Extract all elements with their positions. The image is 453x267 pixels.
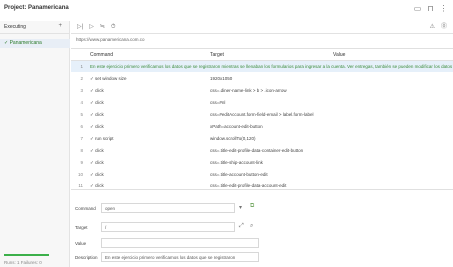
row-command: ✓ click xyxy=(90,183,104,188)
table-row[interactable]: 3 ✓ click css=.diner-name-link > b > .ic… xyxy=(71,85,453,96)
pause-on-exceptions-icon[interactable]: ⓪ xyxy=(441,24,447,31)
row-number: 7 xyxy=(80,136,83,141)
run-stats: Runs: 1 Failures: 0 xyxy=(4,260,42,265)
row-command: ✓ click xyxy=(90,88,104,93)
row-number: 3 xyxy=(80,88,83,93)
more-options-icon[interactable]: ⋮ xyxy=(439,5,448,13)
project-title: Project: Panamericana xyxy=(4,5,69,11)
suite-label: ✓ Panamericana xyxy=(4,40,42,46)
executing-dropdown[interactable]: Executing + xyxy=(0,21,70,34)
row-target: window.scrollTo(0,120) xyxy=(210,136,256,141)
reference-icon[interactable]: ⧉ xyxy=(250,203,254,210)
table-header: Command Target Value xyxy=(71,49,453,61)
row-target: xPath=account-edit-button xyxy=(210,124,263,129)
row-command: ✓ click xyxy=(90,148,104,153)
table-row[interactable]: 6 ✓ click xPath=account-edit-button xyxy=(71,121,453,132)
run-all-icon[interactable]: ▷| xyxy=(77,24,83,31)
description-label: Description xyxy=(75,255,98,260)
base-url: https://www.panamericana.com.co xyxy=(76,37,145,42)
row-command: ✓ click xyxy=(90,172,104,177)
step-over-icon[interactable]: ≒ xyxy=(100,24,105,31)
table-row[interactable]: 4 ✓ click css=#nl xyxy=(71,97,453,108)
value-input[interactable] xyxy=(101,238,259,248)
row-command: ✓ set window size xyxy=(90,76,127,81)
row-number: 8 xyxy=(80,148,83,153)
row-target: css=.title-account-button-edit xyxy=(210,172,268,177)
row-target: css=.diner-name-link > b > .icon-arrow xyxy=(210,88,287,93)
table-row[interactable]: 1 En este ejercicio primero verificamos … xyxy=(71,61,453,72)
row-command: ✓ click xyxy=(90,100,104,105)
table-row[interactable]: 10 ✓ click css=.title-account-button-edi… xyxy=(71,169,453,180)
table-row[interactable]: 2 ✓ set window size 1920x1050 xyxy=(71,73,453,84)
open-project-icon[interactable]: ▭ xyxy=(413,5,422,13)
command-label: Command xyxy=(75,206,96,211)
run-progress-bar xyxy=(4,254,49,256)
disable-breakpoints-icon[interactable]: ⚠ xyxy=(430,24,435,31)
find-target-icon[interactable]: ⌕ xyxy=(250,223,253,230)
column-value: Value xyxy=(333,52,346,58)
sidebar: Executing + ✓ Panamericana Runs: 1 Failu… xyxy=(0,21,70,267)
row-number: 4 xyxy=(80,100,83,105)
column-command: Command xyxy=(90,52,114,58)
select-target-icon[interactable]: ⤢ xyxy=(239,223,244,230)
row-target: css=.title-edit-profile-data-account-edi… xyxy=(210,183,287,188)
commands-table: Command Target Value 1 En este ejercicio… xyxy=(71,48,453,190)
row-target: 1920x1050 xyxy=(210,76,233,81)
sidebar-item-panamericana[interactable]: ✓ Panamericana xyxy=(0,39,70,48)
comment-text: En este ejercicio primero verificamos lo… xyxy=(90,64,453,69)
row-command: ✓ run script xyxy=(90,136,114,141)
row-number: 2 xyxy=(80,76,83,81)
row-target: css=#nl xyxy=(210,100,226,105)
row-command: ✓ click xyxy=(90,160,104,165)
run-current-icon[interactable]: ▷ xyxy=(89,24,94,31)
row-target: css=.title-ship-account-link xyxy=(210,160,263,165)
table-row[interactable]: 5 ✓ click css=#editAccount.form-field-em… xyxy=(71,109,453,120)
command-input[interactable]: open xyxy=(101,203,235,213)
target-label: Target xyxy=(75,225,88,230)
chevron-down-icon[interactable]: ▾ xyxy=(239,204,242,211)
value-label: Value xyxy=(75,241,87,246)
row-number: 6 xyxy=(80,124,83,129)
base-url-bar[interactable]: https://www.panamericana.com.co xyxy=(71,35,453,45)
row-number: 9 xyxy=(80,160,83,165)
row-number: 11 xyxy=(78,183,83,188)
table-row[interactable]: 11 ✓ click css=.title-edit-profile-data-… xyxy=(71,180,453,191)
row-command: ✓ click xyxy=(90,112,104,117)
row-number: 10 xyxy=(77,172,83,177)
description-input[interactable]: En este ejercicio primero verificamos lo… xyxy=(101,252,259,262)
column-target: Target xyxy=(210,52,224,58)
row-target: css=#editAccount.form-field-email > labe… xyxy=(210,112,314,117)
target-input[interactable]: / xyxy=(101,222,235,232)
app-header: Project: Panamericana ▭ ⊓ ⋮ xyxy=(0,0,453,21)
row-command: ✓ click xyxy=(90,124,104,129)
command-editor: Command open ▾ ⧉ Target / ⤢ ⌕ Value Desc… xyxy=(71,192,453,267)
save-project-icon[interactable]: ⊓ xyxy=(426,5,435,13)
table-row[interactable]: 9 ✓ click css=.title-ship-account-link xyxy=(71,157,453,168)
speed-icon[interactable]: ⏱ xyxy=(111,24,116,31)
table-row[interactable]: 8 ✓ click css=.title-edit-profile-data-c… xyxy=(71,145,453,156)
test-toolbar: ▷| ▷ ≒ ⏱ ⚠ ⓪ xyxy=(71,21,453,34)
add-suite-button[interactable]: + xyxy=(58,23,62,29)
row-number: 5 xyxy=(80,112,83,117)
row-target: css=.title-edit-profile-data-container-e… xyxy=(210,148,304,153)
executing-label: Executing xyxy=(4,24,26,30)
table-row[interactable]: 7 ✓ run script window.scrollTo(0,120) xyxy=(71,133,453,144)
row-number: 1 xyxy=(80,64,83,69)
